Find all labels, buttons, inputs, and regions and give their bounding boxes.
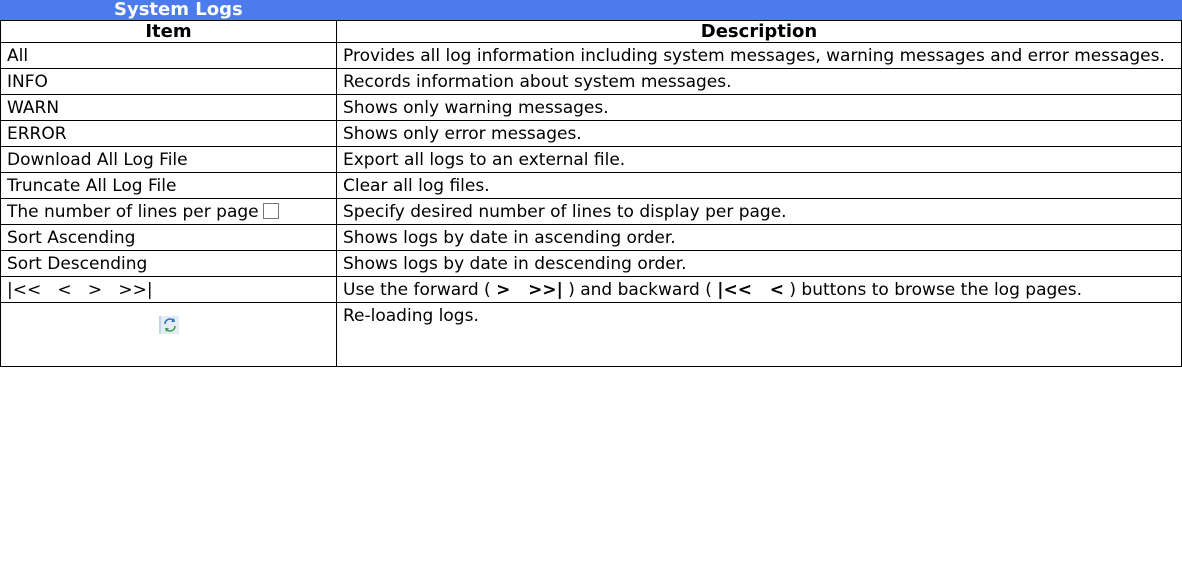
table-row: Sort Descending Shows logs by date in de…	[0, 250, 1182, 277]
column-header-item: Item	[0, 20, 337, 43]
item-cell: Sort Descending	[0, 250, 337, 277]
description-text: ) buttons to browse the log pages.	[783, 280, 1082, 300]
item-cell: ERROR	[0, 120, 337, 147]
table-row: Truncate All Log File Clear all log file…	[0, 172, 1182, 199]
item-label: The number of lines per page	[7, 202, 259, 222]
description-cell: Export all logs to an external file.	[336, 146, 1182, 173]
description-cell: Records information about system message…	[336, 68, 1182, 95]
item-cell: All	[0, 42, 337, 69]
item-cell: Truncate All Log File	[0, 172, 337, 199]
table-row: The number of lines per page Specify des…	[0, 198, 1182, 225]
description-cell: Shows logs by date in ascending order.	[336, 224, 1182, 251]
forward-buttons-label: > >>|	[496, 280, 563, 300]
section-title: System Logs	[114, 0, 243, 20]
item-cell: INFO	[0, 68, 337, 95]
table-row: |<< < > >>| Use the forward ( > >>| ) an…	[0, 276, 1182, 303]
section-header-bar: System Logs	[0, 0, 1182, 20]
description-cell: Shows only error messages.	[336, 120, 1182, 147]
description-text: ) and backward (	[562, 280, 718, 300]
description-cell: Use the forward ( > >>| ) and backward (…	[336, 276, 1182, 303]
description-cell: Shows logs by date in descending order.	[336, 250, 1182, 277]
item-cell	[0, 302, 337, 367]
backward-buttons-label: |<< <	[717, 280, 784, 300]
table-header-row: Item Description	[0, 20, 1182, 43]
table-row: Re-loading logs.	[0, 302, 1182, 367]
item-cell: Download All Log File	[0, 146, 337, 173]
table-row: Sort Ascending Shows logs by date in asc…	[0, 224, 1182, 251]
description-cell: Specify desired number of lines to displ…	[336, 198, 1182, 225]
item-cell: Sort Ascending	[0, 224, 337, 251]
refresh-icon	[158, 316, 179, 334]
item-cell: WARN	[0, 94, 337, 121]
table-row: INFO Records information about system me…	[0, 68, 1182, 95]
description-text: Use the forward (	[343, 280, 497, 300]
item-cell: |<< < > >>|	[0, 276, 337, 303]
system-logs-table: Item Description All Provides all log in…	[0, 20, 1182, 367]
description-cell: Re-loading logs.	[336, 302, 1182, 367]
checkbox-icon	[262, 203, 279, 219]
item-cell: The number of lines per page	[0, 198, 337, 225]
description-cell: Shows only warning messages.	[336, 94, 1182, 121]
description-cell: Clear all log files.	[336, 172, 1182, 199]
description-cell: Provides all log information including s…	[336, 42, 1182, 69]
table-row: All Provides all log information includi…	[0, 42, 1182, 69]
table-row: ERROR Shows only error messages.	[0, 120, 1182, 147]
table-row: WARN Shows only warning messages.	[0, 94, 1182, 121]
column-header-description: Description	[336, 20, 1182, 43]
table-row: Download All Log File Export all logs to…	[0, 146, 1182, 173]
